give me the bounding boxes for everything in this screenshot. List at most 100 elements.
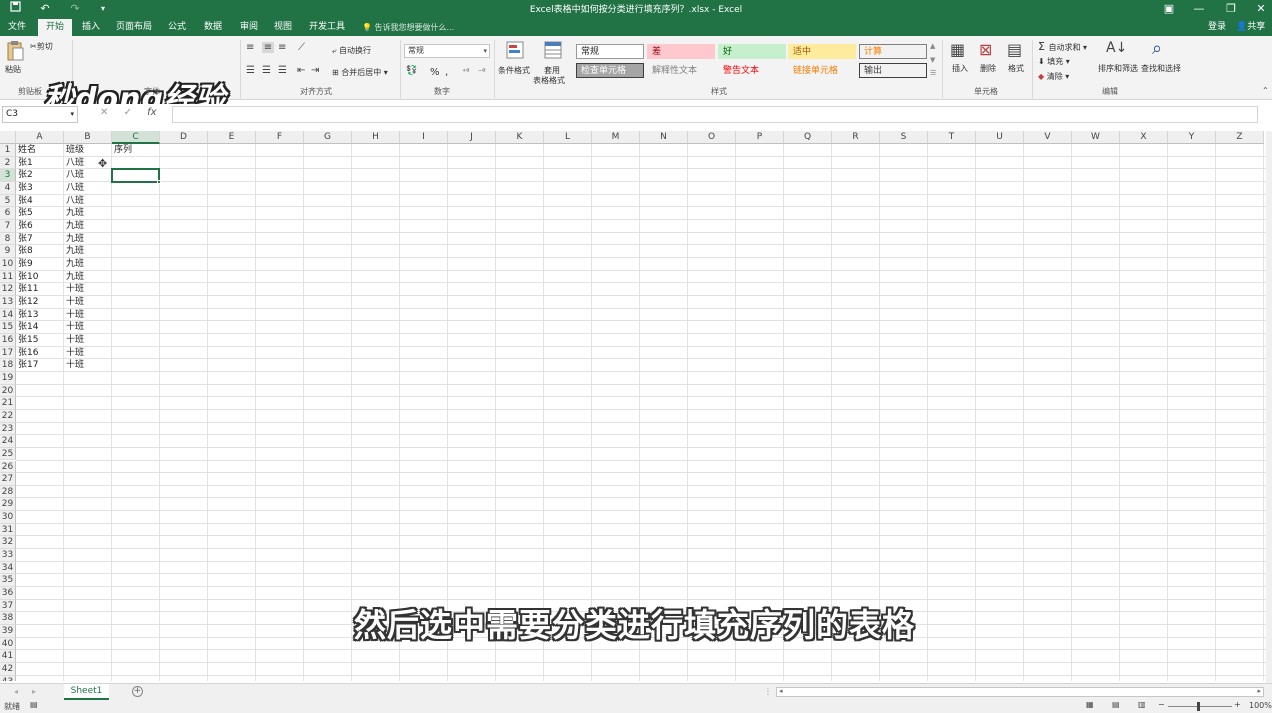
cell-style-option[interactable]: 好 xyxy=(718,44,786,59)
decrease-decimal-icon[interactable]: ⁻⁰ xyxy=(478,67,485,76)
cell[interactable]: 张11 xyxy=(16,283,64,296)
row-header[interactable]: 15 xyxy=(0,321,16,334)
orientation-icon[interactable]: ⟋ xyxy=(298,42,305,53)
row-header[interactable]: 20 xyxy=(0,384,16,398)
clear-button[interactable]: ◆ 清除 ▾ xyxy=(1038,71,1069,82)
cell[interactable]: 张14 xyxy=(16,321,64,334)
column-header[interactable]: W xyxy=(1072,131,1120,144)
row-header[interactable]: 32 xyxy=(0,536,16,550)
row-header[interactable]: 29 xyxy=(0,498,16,512)
row-header[interactable]: 41 xyxy=(0,650,16,664)
find-icon[interactable]: ⌕ xyxy=(1152,38,1162,59)
paste-icon[interactable] xyxy=(6,40,24,64)
cell[interactable]: 八班 xyxy=(64,195,112,208)
zoom-out-icon[interactable]: − xyxy=(1158,700,1165,709)
cell[interactable]: 序列 xyxy=(112,144,160,157)
tab-developer[interactable]: 开发工具 xyxy=(304,19,350,36)
column-header[interactable]: J xyxy=(448,131,496,144)
tab-home[interactable]: 开始 xyxy=(38,19,72,36)
cell-style-option[interactable]: 计算 xyxy=(859,44,927,59)
row-header[interactable]: 30 xyxy=(0,511,16,524)
normal-view-icon[interactable]: ▦ xyxy=(1086,700,1094,709)
macro-record-icon[interactable]: ▤ xyxy=(30,700,38,709)
row-header[interactable]: 9 xyxy=(0,245,16,258)
row-header[interactable]: 36 xyxy=(0,587,16,600)
prev-sheet-icon[interactable]: ◂ xyxy=(14,687,18,696)
row-header[interactable]: 10 xyxy=(0,257,16,271)
restore-icon[interactable]: ❐ xyxy=(1220,1,1242,16)
row-header[interactable]: 13 xyxy=(0,295,16,309)
column-header[interactable]: D xyxy=(160,131,208,144)
column-header[interactable]: G xyxy=(304,131,352,144)
column-header[interactable]: K xyxy=(496,131,544,144)
cell-style-option[interactable]: 警告文本 xyxy=(718,63,786,78)
fill-button[interactable]: ⬇ 填充 ▾ xyxy=(1038,56,1070,67)
gallery-down-icon[interactable]: ▼ xyxy=(930,56,935,64)
insert-cells-button[interactable]: 插入 xyxy=(952,63,968,74)
cell[interactable]: 张10 xyxy=(16,271,64,284)
row-header[interactable]: 21 xyxy=(0,397,16,410)
name-box[interactable]: C3 ▾ xyxy=(2,106,78,123)
select-all-corner[interactable] xyxy=(0,131,16,144)
collapse-ribbon-icon[interactable]: ⌃ xyxy=(1262,86,1269,95)
cell[interactable]: 十班 xyxy=(64,309,112,322)
row-header[interactable]: 25 xyxy=(0,447,16,461)
merge-center-button[interactable]: ⊞ 合并后居中 ▾ xyxy=(332,67,388,78)
close-icon[interactable]: ✕ xyxy=(1250,1,1272,16)
cut-button[interactable]: ✂剪切 xyxy=(30,41,53,52)
selected-cell-border[interactable] xyxy=(111,168,160,183)
add-sheet-icon[interactable]: + xyxy=(132,686,143,697)
column-header[interactable]: M xyxy=(592,131,640,144)
cancel-icon[interactable]: ✕ xyxy=(100,107,108,118)
cell[interactable]: 八班 xyxy=(64,182,112,195)
cell-style-option[interactable]: 检查单元格 xyxy=(576,63,644,78)
row-header[interactable]: 27 xyxy=(0,473,16,486)
format-table-label-2[interactable]: 表格格式 xyxy=(533,75,565,86)
cell[interactable]: 张12 xyxy=(16,296,64,309)
row-header[interactable]: 2 xyxy=(0,156,16,170)
page-layout-view-icon[interactable]: ▤ xyxy=(1112,700,1120,709)
column-header[interactable]: I xyxy=(400,131,448,144)
currency-icon[interactable]: 💱 xyxy=(406,66,417,76)
cell[interactable]: 张16 xyxy=(16,347,64,360)
cell[interactable]: 九班 xyxy=(64,271,112,284)
column-header[interactable]: T xyxy=(928,131,976,144)
conditional-format-button[interactable]: 条件格式 xyxy=(498,65,530,76)
cell[interactable]: 张6 xyxy=(16,220,64,233)
cell[interactable]: 九班 xyxy=(64,245,112,258)
column-header[interactable]: R xyxy=(832,131,880,144)
row-header[interactable]: 34 xyxy=(0,561,16,575)
zoom-in-icon[interactable]: + xyxy=(1234,700,1241,709)
scroll-left-icon[interactable]: ◂ xyxy=(779,687,783,695)
cell[interactable]: 九班 xyxy=(64,207,112,220)
row-header[interactable]: 23 xyxy=(0,422,16,436)
cell[interactable]: 姓名 xyxy=(16,144,64,157)
cell-style-option[interactable]: 解释性文本 xyxy=(647,63,715,78)
cell[interactable]: 十班 xyxy=(64,347,112,360)
row-header[interactable]: 39 xyxy=(0,625,16,638)
column-header[interactable]: P xyxy=(736,131,784,144)
row-header[interactable]: 11 xyxy=(0,270,16,284)
cell[interactable]: 九班 xyxy=(64,258,112,271)
scroll-right-icon[interactable]: ▸ xyxy=(1257,687,1261,695)
fill-handle[interactable] xyxy=(157,179,161,184)
autosum-button[interactable]: Σ 自动求和 ▾ xyxy=(1038,40,1087,53)
number-format-select[interactable]: 常规 ▾ xyxy=(404,44,490,58)
column-header[interactable]: O xyxy=(688,131,736,144)
zoom-slider[interactable] xyxy=(1168,706,1232,707)
column-header[interactable]: L xyxy=(544,131,592,144)
column-header[interactable]: B xyxy=(64,131,112,144)
sheet-tab-sheet1[interactable]: Sheet1 xyxy=(64,684,109,700)
comma-style-icon[interactable]: , xyxy=(445,67,448,78)
cell[interactable]: 十班 xyxy=(64,296,112,309)
cell[interactable]: 八班 xyxy=(64,169,112,182)
column-header[interactable]: N xyxy=(640,131,688,144)
row-header[interactable]: 16 xyxy=(0,333,16,347)
insert-function-icon[interactable]: fx xyxy=(147,107,156,118)
row-header[interactable]: 17 xyxy=(0,346,16,360)
row-header[interactable]: 3 xyxy=(0,169,16,182)
cell-style-option[interactable]: 适中 xyxy=(788,44,856,59)
enter-icon[interactable]: ✓ xyxy=(124,107,132,118)
cell[interactable]: 张9 xyxy=(16,258,64,271)
conditional-format-icon[interactable] xyxy=(504,40,526,62)
